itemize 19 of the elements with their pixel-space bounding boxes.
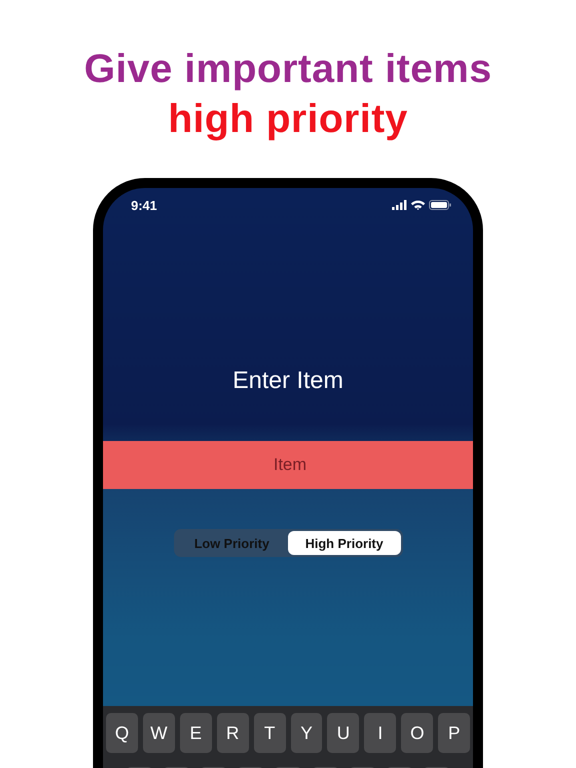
keyboard-key[interactable]: O xyxy=(401,713,434,753)
signal-icon xyxy=(392,200,407,210)
keyboard-key[interactable]: I xyxy=(364,713,396,753)
keyboard-key[interactable]: U xyxy=(327,713,360,753)
wifi-icon xyxy=(411,200,425,210)
prompt-title: Enter Item xyxy=(232,366,344,396)
keyboard-key[interactable]: E xyxy=(180,713,212,753)
keyboard-key[interactable]: W xyxy=(142,713,175,753)
headline: Give important items xyxy=(84,46,492,93)
priority-segment[interactable]: High Priority xyxy=(288,531,400,555)
headline: high priority xyxy=(168,96,408,143)
battery-icon xyxy=(429,200,451,210)
keyboard-key[interactable]: P xyxy=(438,713,470,753)
status-time: 9:41 xyxy=(131,198,158,212)
keyboard-key[interactable]: T xyxy=(254,713,286,753)
keyboard-key[interactable]: Q xyxy=(106,713,138,753)
keyboard-key[interactable]: R xyxy=(216,713,249,753)
keyboard-key[interactable]: Y xyxy=(290,713,322,753)
item-field[interactable]: Item xyxy=(103,441,473,489)
